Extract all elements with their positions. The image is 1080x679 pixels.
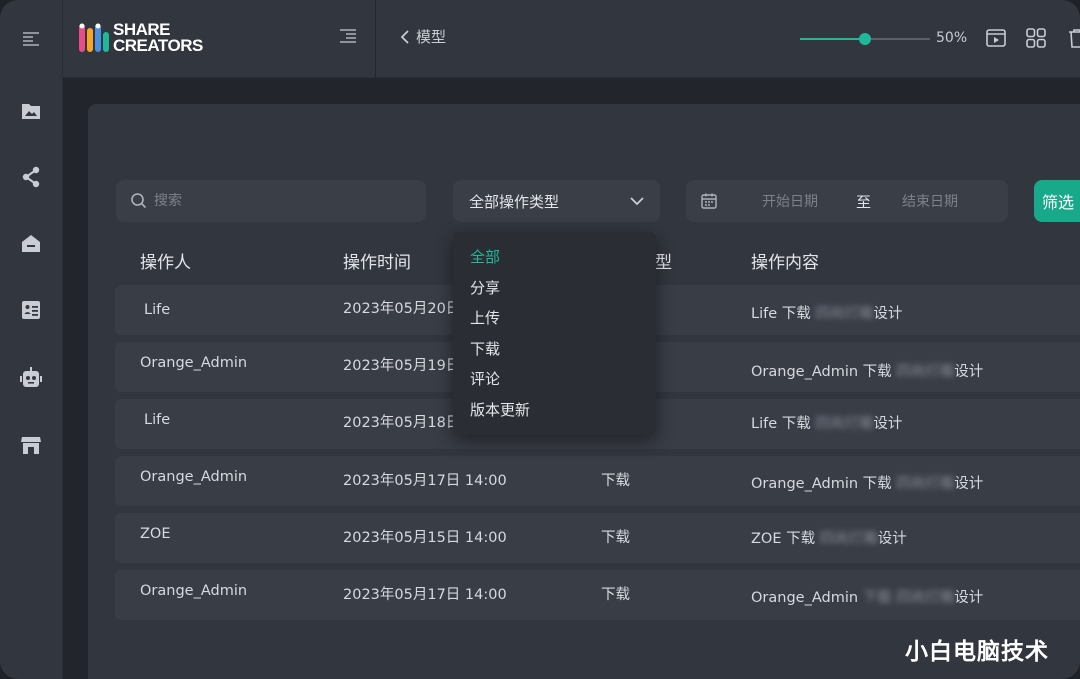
dropdown-option-comment[interactable]: 评论 — [453, 364, 656, 395]
column-header-time[interactable]: 操作时间 — [343, 248, 411, 273]
slideshow-icon[interactable] — [985, 27, 1007, 49]
row-content-text: Orange_Admin 下载 — [751, 364, 892, 380]
column-header-content[interactable]: 操作内容 — [751, 248, 819, 273]
row-content-text: ZOE 下载 — [751, 531, 816, 547]
row-content-text: Life 下载 — [751, 306, 811, 322]
search-box[interactable] — [116, 180, 426, 222]
row-content-blurred: 四尚灯箱 — [815, 306, 874, 322]
dropdown-option-all[interactable]: 全部 — [453, 242, 656, 273]
back-button[interactable]: 模型 — [400, 26, 446, 47]
robot-icon[interactable] — [19, 366, 43, 390]
row-content: Orange_Admin 下载 四尚灯箱设计 — [751, 472, 983, 493]
zoom-handle[interactable] — [859, 33, 871, 45]
row-content: Orange_Admin 下载 四尚灯箱设计 — [751, 360, 983, 381]
row-content-text: Life 下载 — [751, 416, 811, 432]
row-content: Life 下载 四尚灯箱设计 — [751, 302, 902, 323]
operation-type-select[interactable]: 全部操作类型 — [453, 180, 660, 222]
row-operator: ZOE — [140, 526, 171, 542]
brand-column: SHARE CREATORS — [63, 0, 376, 78]
table-row[interactable]: Orange_Admin 2023年05月17日 14:00 下载 Orange… — [115, 570, 1080, 620]
brand-line2: CREATORS — [113, 36, 203, 55]
logo-mark-icon — [79, 22, 109, 54]
column-header-operator[interactable]: 操作人 — [140, 248, 191, 273]
collapse-sidebar-icon[interactable] — [339, 28, 357, 48]
row-time: 2023年05月18日 — [343, 415, 461, 431]
row-time: 2023年05月20日 — [343, 301, 461, 317]
row-content-blurred: 四尚灯箱 — [896, 364, 955, 380]
row-content-blurred: 四尚灯箱 — [819, 531, 878, 547]
filter-button[interactable]: 筛选 — [1034, 180, 1080, 222]
home-icon[interactable] — [19, 231, 43, 255]
row-content-text: Orange_Admin 下载 — [751, 476, 892, 492]
row-content-text: Orange_Admin — [751, 590, 859, 606]
row-content-suffix: 设计 — [873, 416, 903, 432]
row-time: 2023年05月17日 14:00 — [343, 587, 507, 603]
row-content-suffix: 设计 — [954, 364, 984, 380]
date-range-picker[interactable]: 开始日期 至 结束日期 — [686, 180, 1008, 222]
zoom-fill — [800, 38, 865, 40]
column-header-type[interactable]: 型 — [655, 248, 672, 273]
share-icon[interactable] — [19, 165, 43, 189]
date-separator: 至 — [856, 192, 872, 211]
row-content: Orange_Admin 下载 四尚灯箱设计 — [751, 586, 983, 607]
dropdown-option-download[interactable]: 下载 — [453, 334, 656, 365]
row-operator: Orange_Admin — [140, 583, 248, 599]
icon-rail — [0, 0, 63, 679]
trash-icon[interactable] — [1066, 27, 1080, 49]
table-row[interactable]: Orange_Admin 2023年05月17日 14:00 下载 Orange… — [115, 456, 1080, 506]
chevron-down-icon — [630, 196, 644, 205]
operation-type-dropdown: 全部 分享 上传 下载 评论 版本更新 — [453, 232, 656, 435]
row-content-suffix: 设计 — [877, 531, 907, 547]
menu-icon[interactable] — [19, 27, 43, 51]
calendar-icon — [701, 193, 717, 209]
zoom-slider[interactable] — [800, 30, 930, 48]
back-label: 模型 — [416, 28, 447, 46]
row-operator: Orange_Admin — [140, 355, 248, 371]
row-content: Life 下载 四尚灯箱设计 — [751, 412, 902, 433]
row-operator: Life — [144, 302, 171, 318]
table-row[interactable]: ZOE 2023年05月15日 14:00 下载 ZOE 下载 四尚灯箱设计 — [115, 513, 1080, 563]
contacts-icon[interactable] — [19, 298, 43, 322]
logo: SHARE CREATORS — [79, 21, 203, 55]
brand-name: SHARE CREATORS — [113, 21, 203, 55]
search-icon — [131, 193, 147, 209]
row-content-blurred: 四尚灯箱 — [896, 476, 955, 492]
operation-type-value: 全部操作类型 — [469, 192, 560, 211]
app-window: SHARE CREATORS 模型 50% 搜索 全部操作类型 开始日期 至 结… — [0, 0, 1080, 679]
row-time: 2023年05月19日 — [343, 358, 461, 374]
row-content-suffix: 设计 — [954, 590, 984, 606]
start-date-input[interactable]: 开始日期 — [762, 191, 818, 211]
dropdown-option-upload[interactable]: 上传 — [453, 303, 656, 334]
grid-view-icon[interactable] — [1025, 27, 1047, 49]
images-icon[interactable] — [19, 99, 43, 123]
watermark: 小白电脑技术 — [905, 639, 1049, 665]
row-content-blurred: 四尚灯箱 — [815, 416, 874, 432]
search-input[interactable] — [154, 193, 414, 209]
dropdown-option-version-update[interactable]: 版本更新 — [453, 395, 656, 426]
row-content-suffix: 设计 — [954, 476, 984, 492]
row-time: 2023年05月17日 14:00 — [343, 473, 507, 489]
store-icon[interactable] — [19, 433, 43, 457]
zoom-label: 50% — [936, 30, 968, 46]
row-type: 下载 — [601, 473, 630, 489]
dropdown-option-share[interactable]: 分享 — [453, 273, 656, 304]
row-content-suffix: 设计 — [873, 306, 903, 322]
row-type: 下载 — [601, 587, 630, 603]
row-type: 下载 — [601, 530, 630, 546]
row-operator: Orange_Admin — [140, 469, 248, 485]
row-operator: Life — [144, 412, 171, 428]
row-time: 2023年05月15日 14:00 — [343, 530, 507, 546]
row-content: ZOE 下载 四尚灯箱设计 — [751, 527, 907, 548]
end-date-input[interactable]: 结束日期 — [902, 191, 958, 211]
top-bar: SHARE CREATORS 模型 50% — [63, 0, 1080, 78]
row-content-blurred: 下载 四尚灯箱 — [862, 590, 955, 606]
chevron-left-icon — [400, 29, 409, 44]
